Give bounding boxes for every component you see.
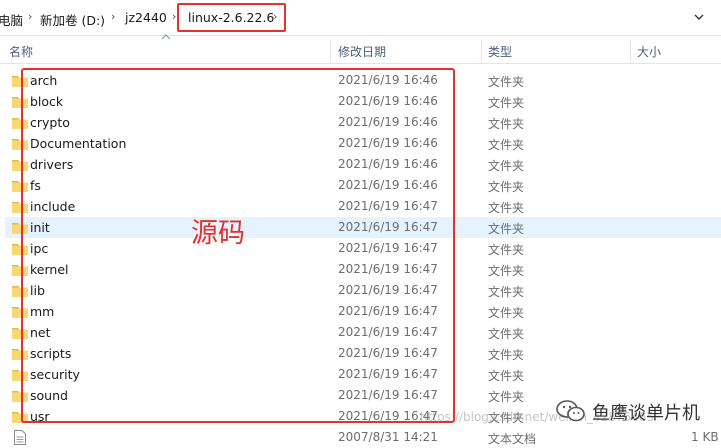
column-divider[interactable] [481,40,482,62]
brand-name: 鱼鹰谈单片机 [592,403,700,424]
file-type: 文件夹 [488,285,525,299]
breadcrumb-separator-icon[interactable]: › [172,10,176,23]
sort-ascending-icon [161,34,171,40]
file-type: 文件夹 [488,306,525,320]
file-type: 文件夹 [488,180,525,194]
file-type: 文件夹 [488,243,525,257]
file-type: 文件夹 [488,201,525,215]
annotation-box-path [177,3,286,32]
file-type: 文件夹 [488,117,525,131]
breadcrumb-drive-d[interactable]: 新加卷 (D:) [40,10,105,29]
file-type: 文本文档 [488,432,537,446]
breadcrumb-jz2440[interactable]: jz2440 [125,10,167,25]
column-size[interactable]: 大小 [637,43,661,60]
file-type: 文件夹 [488,327,525,341]
wechat-icon [556,400,585,422]
column-type[interactable]: 类型 [488,43,512,60]
file-type: 文件夹 [488,159,525,173]
chevron-down-icon[interactable] [691,9,707,25]
column-divider[interactable] [630,40,631,62]
file-type: 文件夹 [488,222,525,236]
file-type: 文件夹 [488,348,525,362]
file-type: 文件夹 [488,75,525,89]
breadcrumb-computer[interactable]: 电脑 [0,10,23,29]
file-date: 2007/8/31 14:21 [338,430,438,444]
column-date-modified[interactable]: 修改日期 [338,43,386,60]
address-bar[interactable]: 电脑 › 新加卷 (D:) › jz2440 › linux-2.6.22.6 … [0,0,721,36]
file-type: 文件夹 [488,390,525,404]
file-type: 文件夹 [488,138,525,152]
column-name[interactable]: 名称 [9,43,33,60]
annotation-label: 源码 [191,218,245,249]
file-size: 1 KB [691,430,719,444]
file-type: 文件夹 [488,369,525,383]
table-row[interactable]: 2007/8/31 14:21 文本文档 1 KB [5,427,721,448]
file-type: 文件夹 [488,264,525,278]
file-type: 文件夹 [488,96,525,110]
column-header: 名称 修改日期 类型 大小 [0,34,721,64]
column-divider[interactable] [330,40,331,62]
breadcrumb-separator-icon[interactable]: › [28,10,32,23]
breadcrumb-separator-icon[interactable]: › [111,10,115,23]
